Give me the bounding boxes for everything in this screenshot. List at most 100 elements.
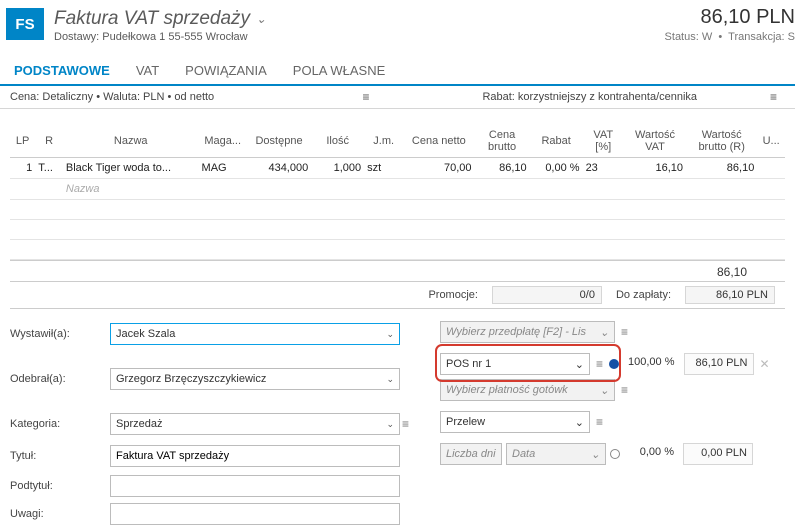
promo-value[interactable]: 0/0 <box>492 286 602 304</box>
chevron-down-icon: ⌄ <box>591 448 600 461</box>
promo-label: Promocje: <box>422 287 484 303</box>
chevron-down-icon: ⌄ <box>386 329 394 340</box>
wystawil-value: Jacek Szala <box>116 328 175 340</box>
col-jm[interactable]: J.m. <box>364 125 403 158</box>
chevron-down-icon: ⌄ <box>600 326 609 339</box>
cell-wartosc-brutto: 86,10 <box>686 158 757 179</box>
col-vat[interactable]: VAT [%] <box>583 125 624 158</box>
prepay-select[interactable]: Wybierz przedpłatę [F2] - Lis ⌄ <box>440 321 615 343</box>
menu-icon[interactable]: ≡ <box>354 90 377 104</box>
table-row-new[interactable]: Nazwa <box>10 179 785 200</box>
menu-icon[interactable]: ≡ <box>594 357 605 371</box>
cell-cena-brutto: 86,10 <box>474 158 529 179</box>
cash-placeholder: Wybierz płatność gotówk <box>446 384 568 396</box>
transfer-value: Przelew <box>446 416 485 428</box>
uwagi-input[interactable] <box>110 503 400 525</box>
col-r[interactable]: R <box>35 125 63 158</box>
col-lp[interactable]: LP <box>10 125 35 158</box>
pos-percent[interactable]: 100,00 % <box>623 353 679 375</box>
prepay-placeholder: Wybierz przedpłatę [F2] - Lis <box>446 326 586 338</box>
tab-powiazania[interactable]: POWIĄZANIA <box>181 57 271 84</box>
chevron-down-icon: ⌄ <box>575 358 584 371</box>
chevron-down-icon: ⌄ <box>386 419 394 430</box>
cell-vat: 23 <box>583 158 624 179</box>
chevron-down-icon[interactable]: ⌄ <box>256 12 266 26</box>
cell-ilosc: 1,000 <box>311 158 364 179</box>
tab-bar: PODSTAWOWE VAT POWIĄZANIA POLA WŁASNE <box>0 51 795 86</box>
menu-icon[interactable]: ≡ <box>762 90 785 104</box>
kategoria-value: Sprzedaż <box>116 418 162 430</box>
kategoria-label: Kategoria: <box>10 418 110 430</box>
wystawil-label: Wystawił(a): <box>10 328 110 340</box>
col-wartosc-vat[interactable]: Wartość VAT <box>624 125 686 158</box>
chevron-down-icon: ⌄ <box>600 384 609 397</box>
cell-lp: 1 <box>10 158 35 179</box>
podtytul-input[interactable] <box>110 475 400 497</box>
col-cena-brutto[interactable]: Cena brutto <box>474 125 529 158</box>
table-row[interactable]: 1 T... Black Tiger woda to... MAG 434,00… <box>10 158 785 179</box>
cell-nazwa: Black Tiger woda to... <box>63 158 199 179</box>
cell-dostepne: 434,000 <box>247 158 311 179</box>
col-u[interactable]: U... <box>757 125 785 158</box>
to-pay-label: Do zapłaty: <box>610 287 677 303</box>
odebral-value: Grzegorz Brzęczyszczykiewicz <box>116 373 266 385</box>
price-summary: Cena: Detaliczny • Waluta: PLN • od nett… <box>10 91 354 103</box>
transfer-percent[interactable]: 0,00 % <box>624 443 679 465</box>
wystawil-select[interactable]: Jacek Szala ⌄ <box>110 323 400 345</box>
cash-select[interactable]: Wybierz płatność gotówk ⌄ <box>440 379 615 401</box>
items-grid: LP R Nazwa Maga... Dostępne Ilość J.m. C… <box>0 125 795 309</box>
new-item-hint: Nazwa <box>63 179 199 200</box>
tytul-label: Tytuł: <box>10 450 110 462</box>
odebral-select[interactable]: Grzegorz Brzęczyszczykiewicz ⌄ <box>110 368 400 390</box>
tab-podstawowe[interactable]: PODSTAWOWE <box>10 57 114 84</box>
tab-vat[interactable]: VAT <box>132 57 163 84</box>
grid-header-row: LP R Nazwa Maga... Dostępne Ilość J.m. C… <box>10 125 785 158</box>
tytul-input[interactable] <box>110 445 400 467</box>
menu-icon[interactable]: ≡ <box>619 383 630 397</box>
transfer-select[interactable]: Przelew ⌄ <box>440 411 590 433</box>
kategoria-select[interactable]: Sprzedaż ⌄ <box>110 413 400 435</box>
chevron-down-icon: ⌄ <box>386 374 394 385</box>
cell-maga: MAG <box>199 158 247 179</box>
cell-jm: szt <box>364 158 403 179</box>
discount-summary: Rabat: korzystniejszy z kontrahenta/cenn… <box>378 91 762 103</box>
uwagi-label: Uwagi: <box>10 508 110 520</box>
header-status: Status: W • Transakcja: S <box>665 31 795 43</box>
pos-value: POS nr 1 <box>446 358 491 370</box>
transfer-amount[interactable]: 0,00 PLN <box>683 443 753 465</box>
menu-icon[interactable]: ≡ <box>400 417 440 431</box>
summary-bar: Cena: Detaliczny • Waluta: PLN • od nett… <box>0 86 795 109</box>
pos-select[interactable]: POS nr 1 ⌄ <box>440 353 590 375</box>
col-rabat[interactable]: Rabat <box>530 125 583 158</box>
cell-wartosc-vat: 16,10 <box>624 158 686 179</box>
days-input[interactable]: Liczba dni <box>440 443 502 465</box>
header-total: 86,10 PLN <box>665 6 795 29</box>
date-select[interactable]: Data ⌄ <box>506 443 606 465</box>
pos-amount[interactable]: 86,10 PLN <box>684 353 754 375</box>
promo-row: Promocje: 0/0 Do zapłaty: 86,10 PLN <box>10 282 785 309</box>
menu-icon[interactable]: ≡ <box>594 415 605 429</box>
doc-title-text: Faktura VAT sprzedaży <box>54 8 250 30</box>
cell-r: T... <box>35 158 63 179</box>
col-maga[interactable]: Maga... <box>199 125 247 158</box>
col-ilosc[interactable]: Ilość <box>311 125 364 158</box>
tab-pola-wlasne[interactable]: POLA WŁASNE <box>289 57 389 84</box>
table-row-empty <box>10 200 785 220</box>
to-pay-value: 86,10 PLN <box>685 286 775 304</box>
menu-icon[interactable]: ≡ <box>619 325 630 339</box>
odebral-label: Odebrał(a): <box>10 373 110 385</box>
col-dostepne[interactable]: Dostępne <box>247 125 311 158</box>
col-nazwa[interactable]: Nazwa <box>63 125 199 158</box>
date-placeholder: Data <box>512 448 535 460</box>
col-cena-netto[interactable]: Cena netto <box>403 125 474 158</box>
close-icon[interactable]: ✕ <box>758 357 772 371</box>
grid-sum: 86,10 <box>687 265 747 279</box>
cell-rabat: 0,00 % <box>530 158 583 179</box>
col-wartosc-brutto[interactable]: Wartość brutto (R) <box>686 125 757 158</box>
podtytul-label: Podtytuł: <box>10 480 110 492</box>
doc-type-badge: FS <box>6 8 44 40</box>
cell-cena-netto: 70,00 <box>403 158 474 179</box>
table-row-empty <box>10 220 785 240</box>
status-dot-icon <box>610 449 620 459</box>
chevron-down-icon: ⌄ <box>575 416 584 429</box>
